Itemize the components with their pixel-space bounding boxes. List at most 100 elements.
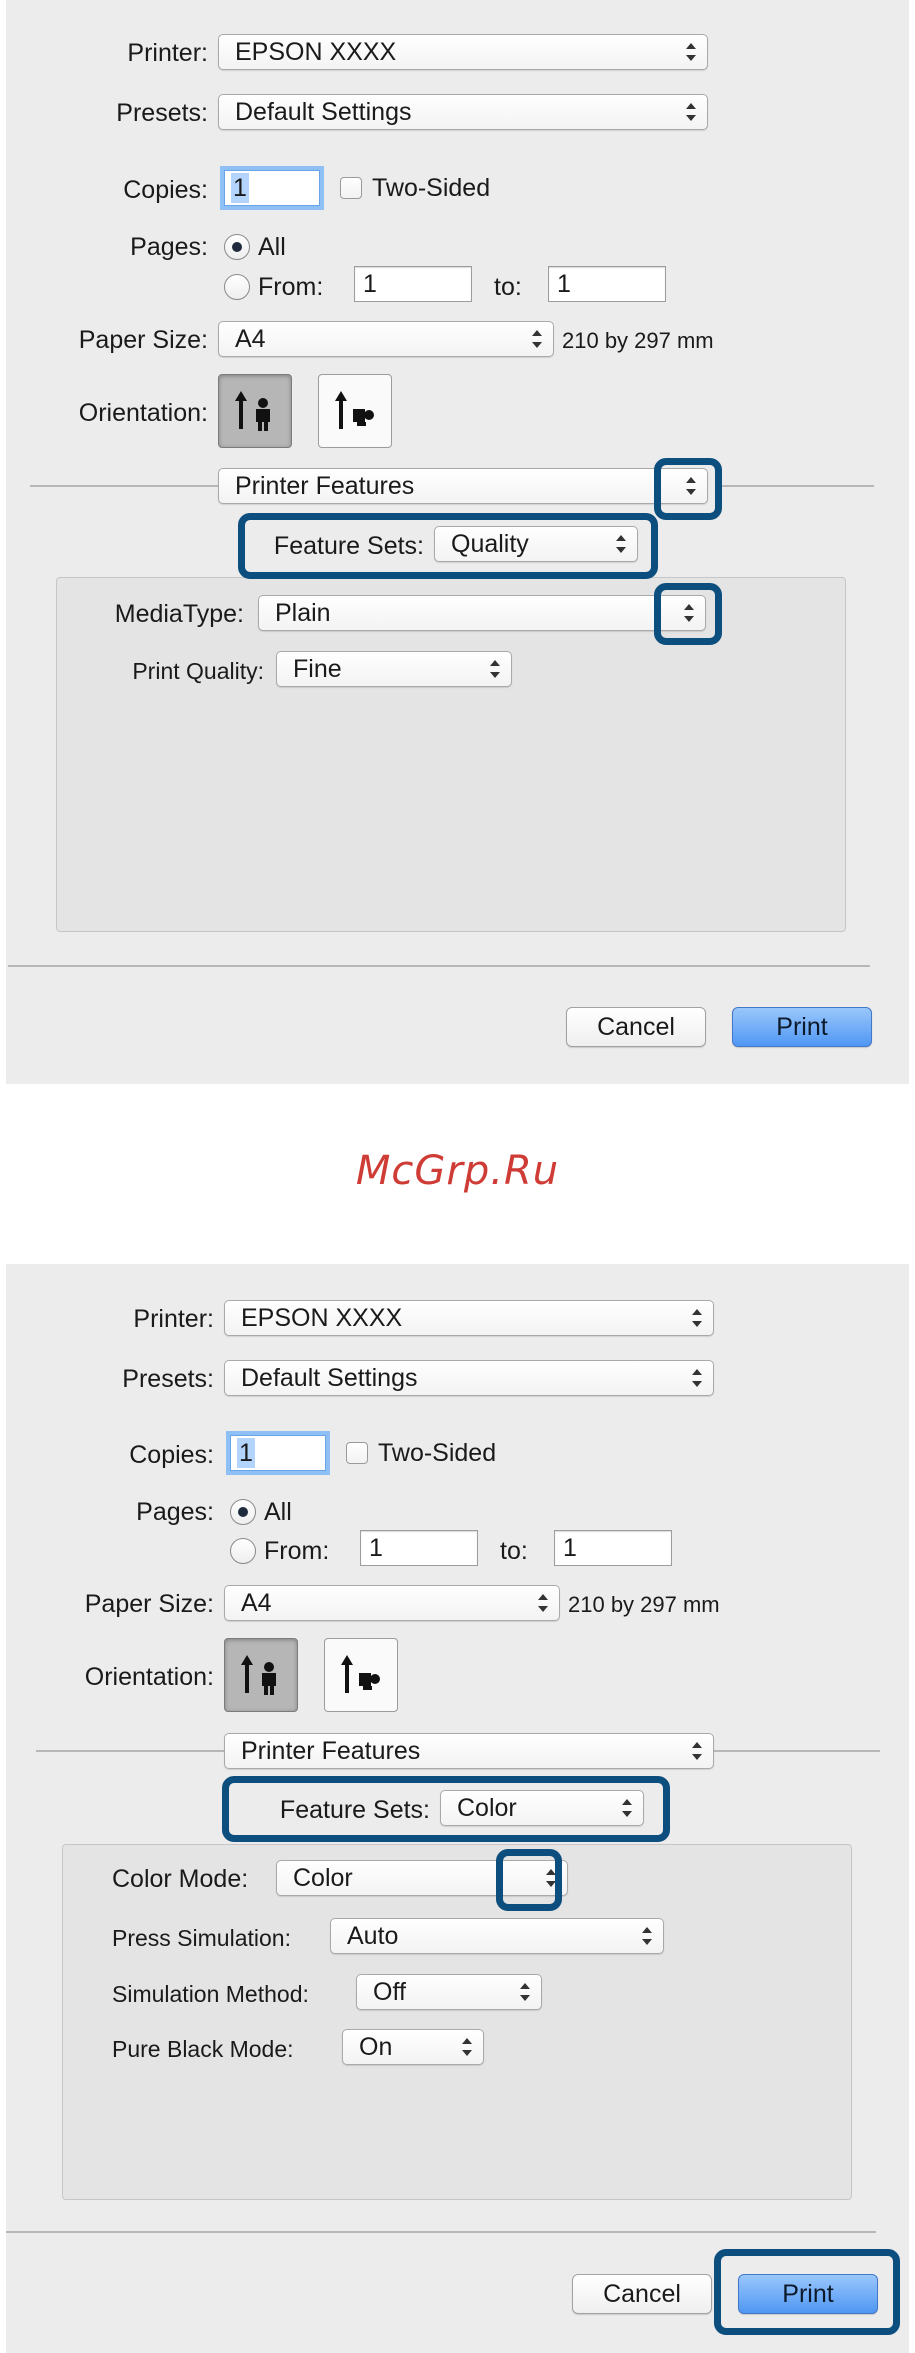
presets-label: Presets: — [122, 1365, 214, 1393]
settings-panel — [62, 1844, 852, 2200]
copies-field[interactable]: 1 — [230, 1435, 326, 1471]
two-sided-label: Two-Sided — [372, 174, 491, 202]
settings-label-2: Simulation Method: — [112, 1981, 309, 2007]
highlight-section-menu-arrows — [654, 458, 722, 520]
printer-value: EPSON XXXX — [241, 1304, 403, 1332]
portrait-icon — [235, 391, 270, 431]
pages-from-value: 1 — [363, 270, 377, 298]
simulation-method-select[interactable]: Off — [356, 1974, 542, 2010]
settings-label-3: Pure Black Mode: — [112, 2036, 294, 2062]
print-dialog-quality: Printer: EPSON XXXX Presets: Default Set… — [6, 0, 909, 1084]
watermark-text: McGrp.Ru — [355, 1148, 560, 1194]
pages-from-label: From: — [264, 1537, 330, 1565]
pure-black-mode-value: On — [359, 2033, 393, 2061]
updown-arrows-icon — [685, 41, 697, 63]
paper-size-select[interactable]: A4 — [224, 1585, 560, 1621]
paper-size-value: A4 — [241, 1589, 272, 1617]
highlight-print-button — [714, 2249, 900, 2335]
paper-size-value: A4 — [235, 325, 266, 353]
print-button[interactable]: Print — [732, 1007, 872, 1047]
section-divider-right — [720, 485, 874, 487]
section-menu-select[interactable]: Printer Features — [224, 1733, 714, 1769]
section-menu-select[interactable]: Printer Features — [218, 468, 708, 504]
footer-divider — [6, 2231, 876, 2233]
pages-to-field[interactable]: 1 — [548, 266, 666, 302]
pages-to-label: to: — [494, 273, 522, 301]
highlight-feature-sets — [238, 513, 658, 579]
updown-arrows-icon — [531, 328, 543, 350]
pages-label: Pages: — [136, 1498, 214, 1526]
settings-label-1: Print Quality: — [132, 658, 264, 684]
two-sided-label: Two-Sided — [378, 1439, 497, 1467]
landscape-orientation-button[interactable] — [318, 374, 392, 448]
section-menu-value: Printer Features — [241, 1737, 421, 1765]
two-sided-checkbox[interactable] — [346, 1442, 368, 1464]
pages-from-value: 1 — [369, 1534, 383, 1562]
printer-value: EPSON XXXX — [235, 38, 397, 66]
landscape-icon — [335, 391, 374, 429]
updown-arrows-icon — [461, 2036, 473, 2058]
pages-label: Pages: — [130, 233, 208, 261]
paper-dimensions: 210 by 297 mm — [562, 328, 714, 353]
updown-arrows-icon — [685, 101, 697, 123]
pages-to-field[interactable]: 1 — [554, 1530, 672, 1566]
copies-label: Copies: — [129, 1441, 214, 1469]
presets-value: Default Settings — [241, 1364, 418, 1392]
color-mode-value: Color — [293, 1864, 353, 1892]
press-simulation-value: Auto — [347, 1922, 399, 1950]
pages-from-label: From: — [258, 273, 324, 301]
cancel-button[interactable]: Cancel — [566, 1007, 706, 1047]
pages-from-radio[interactable] — [230, 1538, 256, 1564]
media-type-select[interactable]: Plain — [258, 595, 706, 631]
section-divider-right — [714, 1750, 880, 1752]
pages-all-radio[interactable] — [230, 1499, 256, 1525]
pages-all-label: All — [264, 1498, 292, 1526]
landscape-orientation-button[interactable] — [324, 1638, 398, 1712]
landscape-icon — [341, 1655, 380, 1693]
printer-label: Printer: — [133, 1305, 214, 1333]
print-dialog-color: Printer: EPSON XXXX Presets: Default Set… — [6, 1264, 909, 2353]
updown-arrows-icon — [691, 1740, 703, 1762]
copies-field[interactable]: 1 — [224, 170, 320, 206]
copies-label: Copies: — [123, 176, 208, 204]
press-simulation-select[interactable]: Auto — [330, 1918, 664, 1954]
pages-from-radio[interactable] — [224, 274, 250, 300]
paper-size-select[interactable]: A4 — [218, 321, 554, 357]
section-divider-left — [30, 485, 218, 487]
updown-arrows-icon — [641, 1925, 653, 1947]
settings-label-0: Color Mode: — [112, 1865, 249, 1893]
copies-value: 1 — [231, 173, 249, 203]
highlight-feature-sets — [222, 1776, 670, 1842]
presets-select[interactable]: Default Settings — [224, 1360, 714, 1396]
pages-from-field[interactable]: 1 — [360, 1530, 478, 1566]
simulation-method-value: Off — [373, 1978, 406, 2006]
paper-size-label: Paper Size: — [78, 326, 208, 354]
section-menu-value: Printer Features — [235, 472, 415, 500]
presets-label: Presets: — [116, 99, 208, 127]
print-quality-value: Fine — [293, 655, 342, 683]
updown-arrows-icon — [519, 1981, 531, 2003]
pure-black-mode-select[interactable]: On — [342, 2029, 484, 2065]
print-quality-select[interactable]: Fine — [276, 651, 512, 687]
pages-to-label: to: — [500, 1537, 528, 1565]
orientation-label: Orientation: — [84, 1663, 214, 1691]
settings-label-1: Press Simulation: — [112, 1925, 291, 1951]
pages-all-label: All — [258, 233, 286, 261]
cancel-button[interactable]: Cancel — [572, 2274, 712, 2314]
portrait-orientation-button[interactable] — [218, 374, 292, 448]
portrait-orientation-button[interactable] — [224, 1638, 298, 1712]
printer-select[interactable]: EPSON XXXX — [224, 1300, 714, 1336]
updown-arrows-icon — [489, 658, 501, 680]
media-type-value: Plain — [275, 599, 331, 627]
printer-select[interactable]: EPSON XXXX — [218, 34, 708, 70]
pages-all-radio[interactable] — [224, 234, 250, 260]
printer-label: Printer: — [127, 39, 208, 67]
presets-select[interactable]: Default Settings — [218, 94, 708, 130]
pages-from-field[interactable]: 1 — [354, 266, 472, 302]
section-divider-left — [36, 1750, 224, 1752]
orientation-label: Orientation: — [78, 399, 208, 427]
two-sided-checkbox[interactable] — [340, 177, 362, 199]
paper-size-label: Paper Size: — [84, 1590, 214, 1618]
highlight-media-type-arrows — [654, 583, 722, 645]
pages-to-value: 1 — [557, 270, 571, 298]
